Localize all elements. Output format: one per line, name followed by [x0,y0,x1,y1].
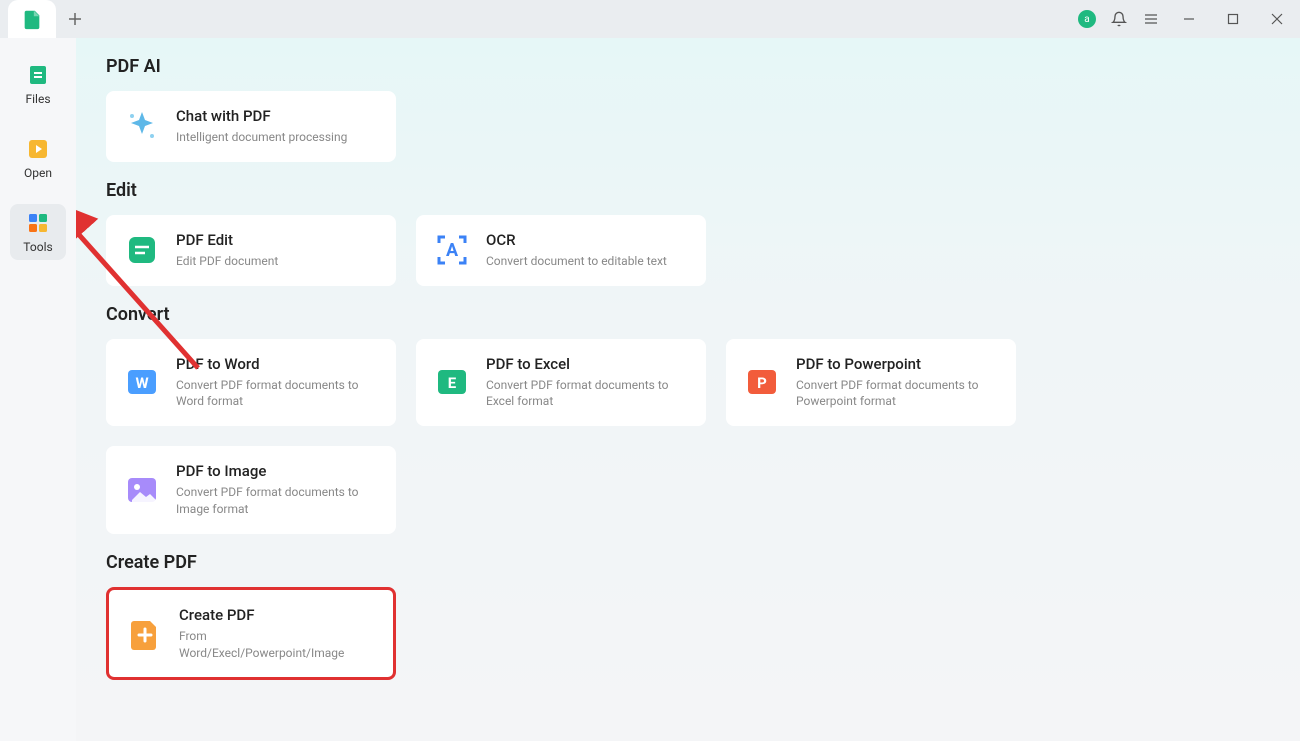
card-text: PDF Edit Edit PDF document [176,231,378,270]
notification-icon[interactable] [1110,10,1128,28]
svg-text:A: A [446,240,459,261]
sparkle-icon [124,108,160,144]
svg-text:W: W [135,374,148,392]
card-pdf-edit[interactable]: PDF Edit Edit PDF document [106,215,396,286]
svg-text:E: E [448,374,457,392]
card-desc: Convert PDF format documents to Word for… [176,377,378,411]
word-icon: W [124,364,160,400]
card-pdf-to-image[interactable]: PDF to Image Convert PDF format document… [106,446,396,534]
sidebar-item-open[interactable]: Open [10,130,66,186]
card-row: W PDF to Word Convert PDF format documen… [106,339,1270,534]
open-icon [25,136,51,162]
card-text: PDF to Powerpoint Convert PDF format doc… [796,355,998,411]
card-title: PDF to Excel [486,355,688,373]
sidebar: Files Open Tools [0,38,76,741]
card-desc: Edit PDF document [176,253,378,270]
sidebar-item-label: Open [24,166,52,180]
app-tab[interactable] [8,0,56,38]
section-title-pdf-ai: PDF AI [106,56,1270,77]
new-tab-button[interactable] [60,4,90,34]
card-text: PDF to Excel Convert PDF format document… [486,355,688,411]
sidebar-item-label: Tools [23,240,52,254]
titlebar-left [8,0,90,38]
menu-icon[interactable] [1142,10,1160,28]
image-icon [124,472,160,508]
powerpoint-icon: P [744,364,780,400]
ocr-icon: A [434,232,470,268]
files-icon [25,62,51,88]
create-pdf-icon [127,616,163,652]
card-title: PDF to Powerpoint [796,355,998,373]
svg-text:P: P [757,374,767,392]
tools-icon [25,210,51,236]
card-pdf-to-powerpoint[interactable]: P PDF to Powerpoint Convert PDF format d… [726,339,1016,427]
card-text: PDF to Word Convert PDF format documents… [176,355,378,411]
section-title-convert: Convert [106,304,1270,325]
titlebar: a [0,0,1300,38]
card-text: OCR Convert document to editable text [486,231,688,270]
excel-icon: E [434,364,470,400]
avatar[interactable]: a [1078,10,1096,28]
minimize-button[interactable] [1174,4,1204,34]
card-title: PDF to Word [176,355,378,373]
card-row: PDF Edit Edit PDF document A OCR Convert… [106,215,1270,286]
card-pdf-to-excel[interactable]: E PDF to Excel Convert PDF format docume… [416,339,706,427]
card-text: Chat with PDF Intelligent document proce… [176,107,378,146]
sidebar-item-files[interactable]: Files [10,56,66,112]
card-desc: Convert document to editable text [486,253,688,270]
pdf-edit-icon [124,232,160,268]
sidebar-item-tools[interactable]: Tools [10,204,66,260]
titlebar-right: a [1078,4,1292,34]
maximize-button[interactable] [1218,4,1248,34]
content-wrap: Files Open Tools PDF AI [0,38,1300,741]
card-create-pdf[interactable]: Create PDF From Word/Execl/Powerpoint/Im… [106,587,396,681]
card-desc: Convert PDF format documents to Excel fo… [486,377,688,411]
plus-icon [68,12,82,26]
card-title: OCR [486,231,688,249]
close-button[interactable] [1262,4,1292,34]
card-desc: From Word/Execl/Powerpoint/Image [179,628,375,662]
card-title: Chat with PDF [176,107,378,125]
card-desc: Convert PDF format documents to Image fo… [176,484,378,518]
card-title: PDF Edit [176,231,378,249]
sidebar-item-label: Files [25,92,50,106]
card-ocr[interactable]: A OCR Convert document to editable text [416,215,706,286]
section-title-create: Create PDF [106,552,1270,573]
main-content: PDF AI Chat with PDF Intelligent documen… [76,38,1300,741]
section-title-edit: Edit [106,180,1270,201]
card-text: Create PDF From Word/Execl/Powerpoint/Im… [179,606,375,662]
card-text: PDF to Image Convert PDF format document… [176,462,378,518]
card-title: PDF to Image [176,462,378,480]
card-row: Chat with PDF Intelligent document proce… [106,91,1270,162]
card-pdf-to-word[interactable]: W PDF to Word Convert PDF format documen… [106,339,396,427]
card-chat-with-pdf[interactable]: Chat with PDF Intelligent document proce… [106,91,396,162]
app-logo-icon [21,8,43,30]
card-row: Create PDF From Word/Execl/Powerpoint/Im… [106,587,1270,681]
card-desc: Intelligent document processing [176,129,378,146]
card-title: Create PDF [179,606,375,624]
card-desc: Convert PDF format documents to Powerpoi… [796,377,998,411]
